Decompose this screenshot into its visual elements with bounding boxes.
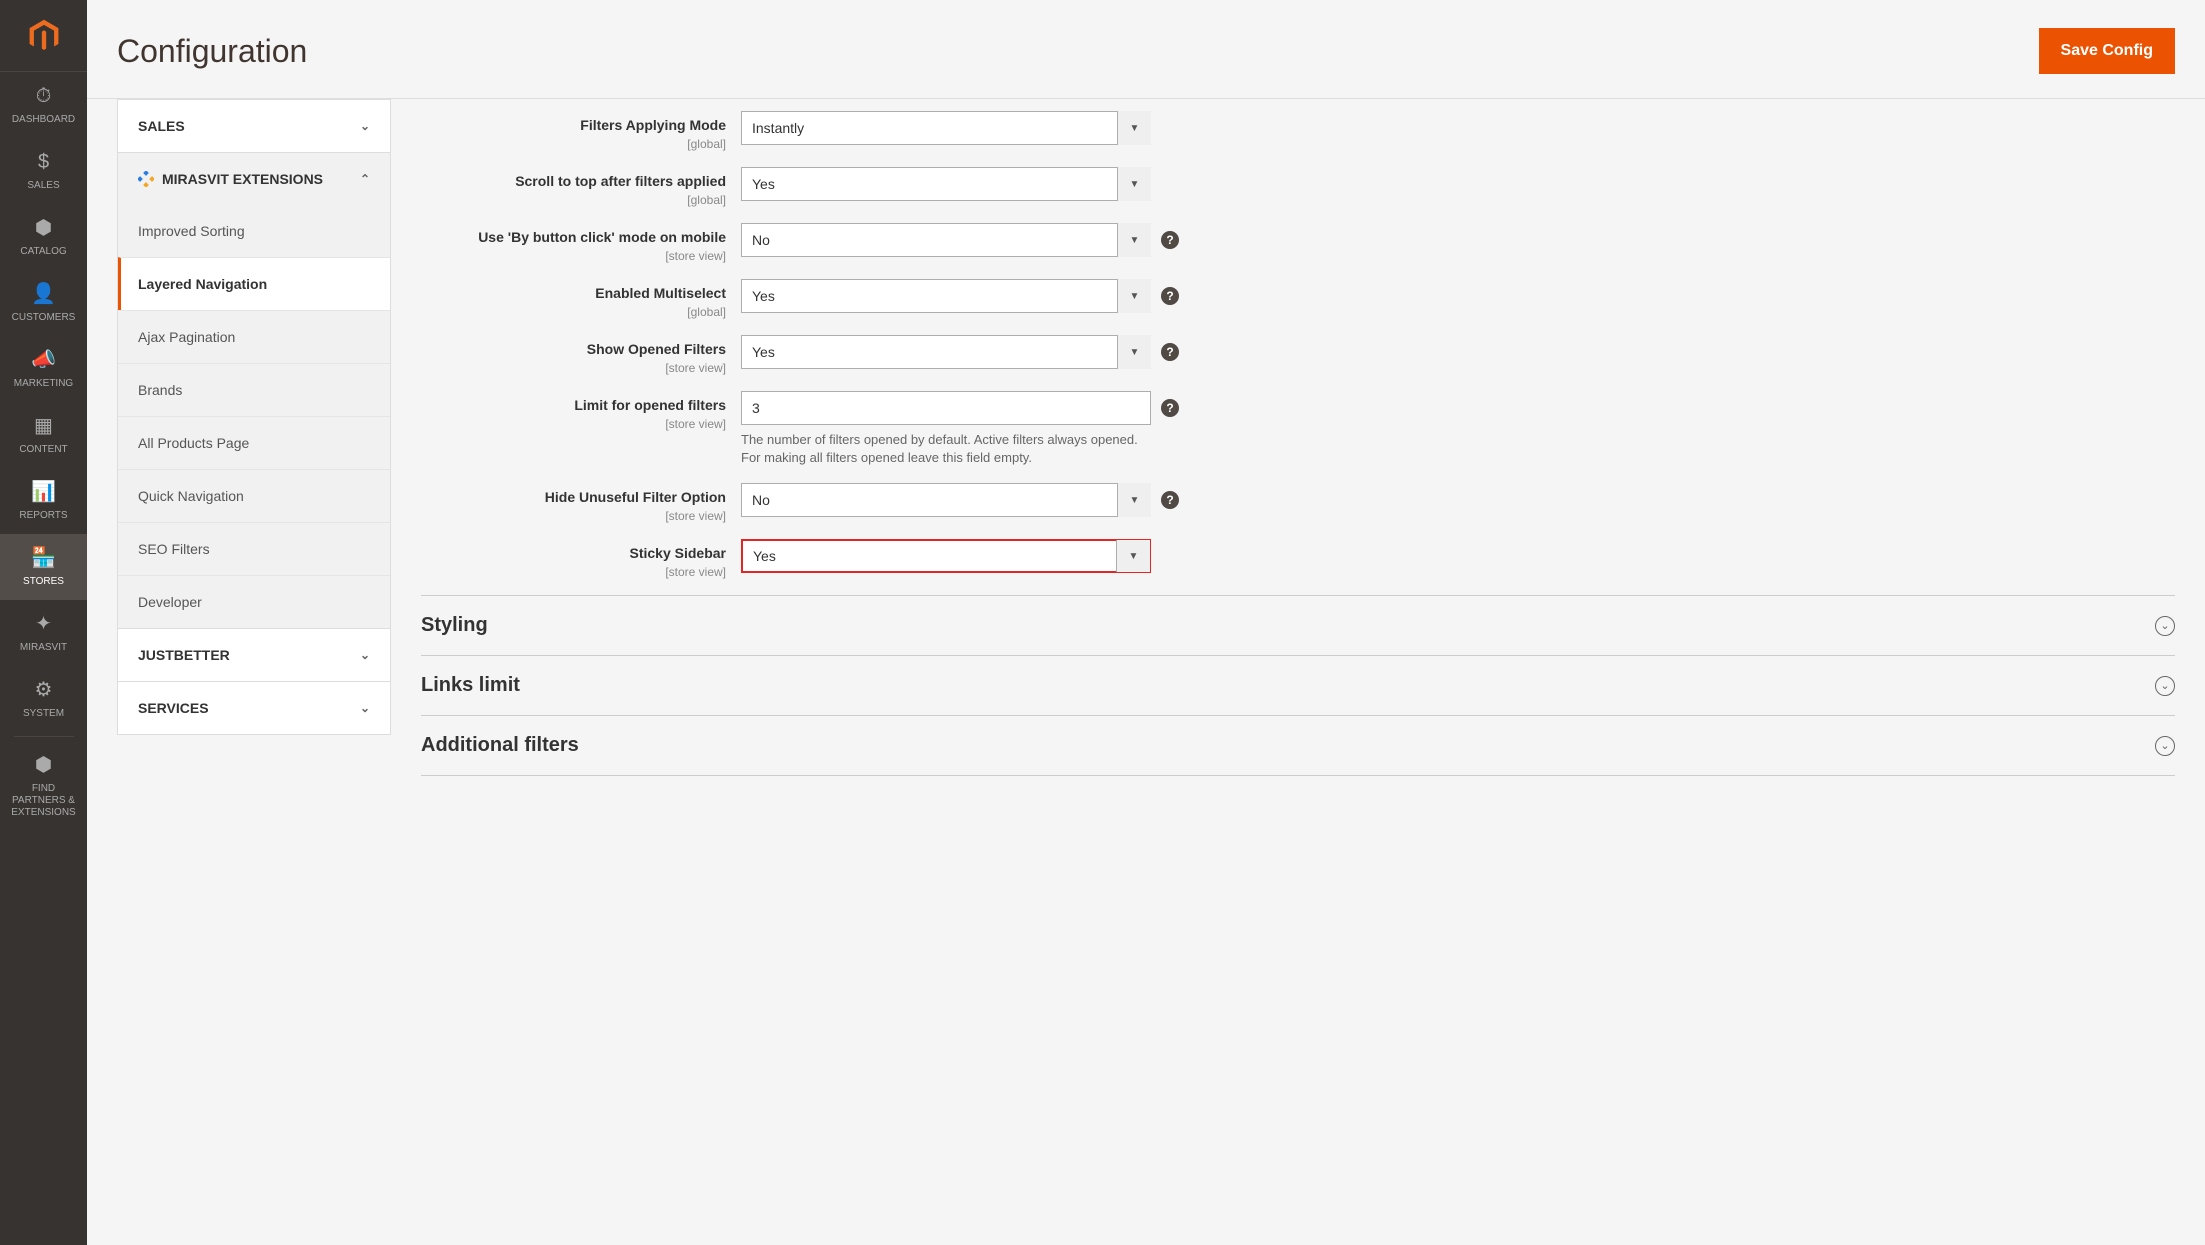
mirasvit-logo-icon [138, 171, 154, 187]
cfg-item-developer[interactable]: Developer [118, 575, 390, 628]
nav-stores[interactable]: 🏪STORES [0, 534, 87, 600]
cfg-item-ajax-pagination[interactable]: Ajax Pagination [118, 310, 390, 363]
field-scroll-top: Scroll to top after filters applied[glob… [421, 167, 2175, 207]
select-hide-unuseful[interactable]: No [741, 483, 1151, 517]
accordion-styling[interactable]: Styling ⌄ [421, 595, 2175, 655]
cfg-section-justbetter[interactable]: JUSTBETTER ⌄ [118, 629, 390, 681]
help-icon[interactable]: ? [1161, 287, 1179, 305]
store-icon: 🏪 [31, 546, 56, 570]
config-form: Filters Applying Mode[global] Instantly▼… [391, 99, 2205, 1245]
layout-icon: ▦ [34, 414, 53, 438]
mirasvit-icon: ✦ [35, 612, 52, 636]
nav-separator [14, 736, 74, 737]
box-icon: ⬢ [35, 216, 52, 240]
cfg-item-improved-sorting[interactable]: Improved Sorting [118, 205, 390, 257]
expand-icon: ⌄ [2155, 736, 2175, 756]
accordion-links-limit[interactable]: Links limit ⌄ [421, 655, 2175, 715]
field-hide-unuseful: Hide Unuseful Filter Option[store view] … [421, 483, 2175, 523]
cfg-section-sales[interactable]: SALES ⌄ [118, 100, 390, 152]
field-multiselect: Enabled Multiselect[global] Yes▼ ? [421, 279, 2175, 319]
help-icon[interactable]: ? [1161, 231, 1179, 249]
chevron-down-icon: ⌄ [360, 119, 370, 133]
select-opened-filters[interactable]: Yes [741, 335, 1151, 369]
page-header: Configuration Save Config [87, 0, 2205, 99]
cfg-item-all-products[interactable]: All Products Page [118, 416, 390, 469]
config-sidebar: SALES ⌄ MIRASVIT EXTENSIONS ⌃ Improved S… [87, 99, 391, 1245]
nav-customers[interactable]: 👤CUSTOMERS [0, 270, 87, 336]
magento-logo[interactable] [0, 0, 87, 72]
field-filters-applying-mode: Filters Applying Mode[global] Instantly▼ [421, 111, 2175, 151]
cfg-item-brands[interactable]: Brands [118, 363, 390, 416]
gear-icon: ⚙ [35, 678, 53, 702]
input-limit-opened[interactable] [741, 391, 1151, 425]
chevron-down-icon: ⌄ [360, 648, 370, 662]
cfg-section-services[interactable]: SERVICES ⌄ [118, 682, 390, 734]
field-button-mode-mobile: Use 'By button click' mode on mobile[sto… [421, 223, 2175, 263]
nav-reports[interactable]: 📊REPORTS [0, 468, 87, 534]
chevron-up-icon: ⌃ [360, 172, 370, 186]
admin-sidebar: ⏱DASHBOARD $SALES ⬢CATALOG 👤CUSTOMERS 📣M… [0, 0, 87, 1245]
field-opened-filters: Show Opened Filters[store view] Yes▼ ? [421, 335, 2175, 375]
nav-dashboard[interactable]: ⏱DASHBOARD [0, 72, 87, 138]
magento-icon [26, 18, 62, 54]
page-title: Configuration [117, 33, 307, 70]
field-limit-opened: Limit for opened filters[store view] The… [421, 391, 2175, 467]
chevron-down-icon: ⌄ [360, 701, 370, 715]
help-icon[interactable]: ? [1161, 343, 1179, 361]
select-multiselect[interactable]: Yes [741, 279, 1151, 313]
expand-icon: ⌄ [2155, 676, 2175, 696]
accordion-additional-filters[interactable]: Additional filters ⌄ [421, 715, 2175, 776]
expand-icon: ⌄ [2155, 616, 2175, 636]
person-icon: 👤 [31, 282, 56, 306]
nav-marketing[interactable]: 📣MARKETING [0, 336, 87, 402]
select-sticky-sidebar[interactable]: Yes [741, 539, 1151, 573]
nav-content[interactable]: ▦CONTENT [0, 402, 87, 468]
nav-sales[interactable]: $SALES [0, 138, 87, 204]
gauge-icon: ⏱ [36, 84, 52, 108]
cfg-section-mirasvit[interactable]: MIRASVIT EXTENSIONS ⌃ [118, 153, 390, 205]
cfg-item-seo-filters[interactable]: SEO Filters [118, 522, 390, 575]
nav-system[interactable]: ⚙SYSTEM [0, 666, 87, 732]
dollar-icon: $ [38, 150, 49, 174]
select-scroll-top[interactable]: Yes [741, 167, 1151, 201]
chart-icon: 📊 [31, 480, 56, 504]
megaphone-icon: 📣 [31, 348, 56, 372]
save-config-button[interactable]: Save Config [2039, 28, 2175, 74]
cfg-item-layered-navigation[interactable]: Layered Navigation [118, 257, 390, 310]
help-icon[interactable]: ? [1161, 491, 1179, 509]
nav-catalog[interactable]: ⬢CATALOG [0, 204, 87, 270]
help-icon[interactable]: ? [1161, 399, 1179, 417]
select-button-mobile[interactable]: No [741, 223, 1151, 257]
puzzle-icon: ⬢ [35, 753, 52, 777]
nav-partners[interactable]: ⬢FIND PARTNERS & EXTENSIONS [0, 741, 87, 831]
nav-mirasvit[interactable]: ✦MIRASVIT [0, 600, 87, 666]
field-sticky-sidebar: Sticky Sidebar[store view] Yes▼ [421, 539, 2175, 579]
cfg-item-quick-navigation[interactable]: Quick Navigation [118, 469, 390, 522]
field-note: The number of filters opened by default.… [741, 431, 1151, 467]
select-filters-mode[interactable]: Instantly [741, 111, 1151, 145]
